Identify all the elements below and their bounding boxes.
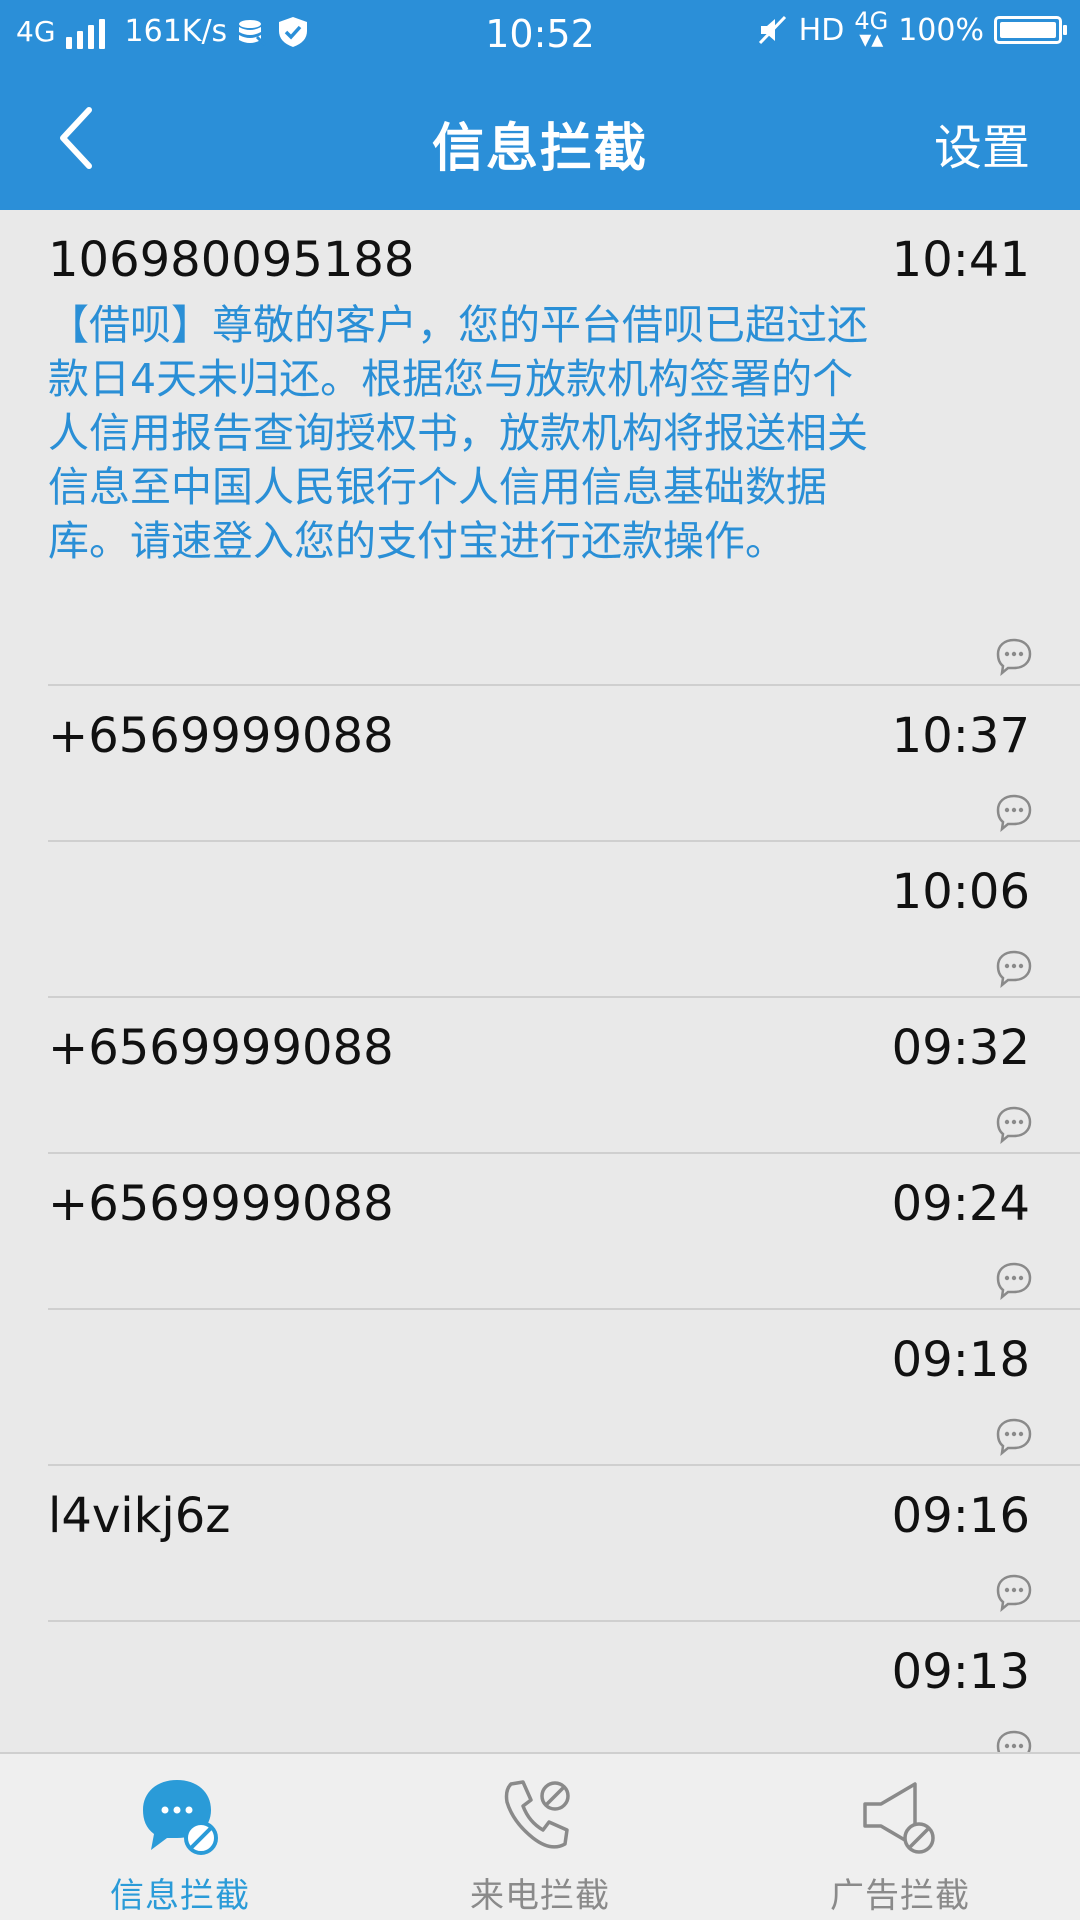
message-list[interactable]: 106980095188 10:41 【借呗】尊敬的客户，您的平台借呗已超过还款… [0, 210, 1080, 1752]
tab-ad-block[interactable]: 广告拦截 [720, 1754, 1080, 1920]
tab-sms-block[interactable]: 信息拦截 [0, 1754, 360, 1920]
message-item[interactable]: 10:06 [48, 842, 1080, 998]
title-bar: 信息拦截 设置 [0, 68, 1080, 210]
message-bubble-icon[interactable] [994, 636, 1034, 676]
page-title: 信息拦截 [431, 119, 648, 179]
message-sender: l4vikj6z [48, 1488, 231, 1544]
message-sender: 106980095188 [48, 232, 415, 288]
call-block-icon [504, 1780, 570, 1849]
message-item[interactable]: +6569999088 09:32 [48, 998, 1080, 1154]
message-bubble-icon[interactable] [994, 1104, 1034, 1144]
message-time: 10:41 [891, 232, 1030, 288]
tab-call-block[interactable]: 来电拦截 [360, 1754, 720, 1920]
sms-block-icon [143, 1780, 218, 1855]
battery-icon [994, 16, 1067, 44]
battery-percent: 100% [898, 12, 984, 48]
message-time: 09:32 [891, 1020, 1030, 1076]
message-bubble-icon[interactable] [994, 792, 1034, 832]
battery-fill [1000, 22, 1056, 38]
message-bubble-icon[interactable] [994, 1260, 1034, 1300]
message-bubble-icon[interactable] [994, 948, 1034, 988]
message-time: 09:24 [891, 1176, 1030, 1232]
message-sender: +6569999088 [48, 708, 394, 764]
message-item[interactable]: l4vikj6z 09:16 [48, 1466, 1080, 1622]
tab-sms-label: 信息拦截 [110, 1876, 250, 1916]
message-bubble-icon[interactable] [994, 1572, 1034, 1612]
message-time: 10:37 [891, 708, 1030, 764]
message-time: 09:16 [891, 1488, 1030, 1544]
bottom-nav: 信息拦截 来电拦截 广告拦截 [0, 1752, 1080, 1920]
message-bubble-icon[interactable] [994, 1728, 1034, 1752]
message-item[interactable]: 09:13 [48, 1622, 1080, 1752]
status-right: HD 4G ▾▴ 100% [757, 7, 1067, 53]
hd-indicator: HD [798, 12, 845, 48]
message-time: 09:13 [891, 1644, 1030, 1700]
screen: 4G 161K/s 10:52 HD 4G ▾▴ 100% 信息拦截 设置 10… [0, 0, 1080, 1920]
tab-call-label: 来电拦截 [470, 1876, 610, 1916]
message-item[interactable]: +6569999088 09:24 [48, 1154, 1080, 1310]
status-bar: 4G 161K/s 10:52 HD 4G ▾▴ 100% [0, 0, 1080, 68]
message-sender: +6569999088 [48, 1176, 394, 1232]
message-time: 09:18 [891, 1332, 1030, 1388]
message-item[interactable]: 106980095188 10:41 【借呗】尊敬的客户，您的平台借呗已超过还款… [48, 210, 1080, 686]
message-item[interactable]: 09:18 [48, 1310, 1080, 1466]
settings-button[interactable]: 设置 [934, 108, 1030, 178]
message-time: 10:06 [891, 864, 1030, 920]
message-sender: +6569999088 [48, 1020, 394, 1076]
tab-ad-label: 广告拦截 [830, 1876, 970, 1916]
net-4g-indicator: 4G ▾▴ [854, 7, 889, 53]
megaphone-block-icon [863, 1782, 935, 1854]
message-bubble-icon[interactable] [994, 1416, 1034, 1456]
message-item[interactable]: +6569999088 10:37 [48, 686, 1080, 842]
mute-icon [758, 15, 786, 45]
message-body: 【借呗】尊敬的客户，您的平台借呗已超过还款日4天未归还。根据您与放款机构签署的个… [48, 301, 868, 565]
